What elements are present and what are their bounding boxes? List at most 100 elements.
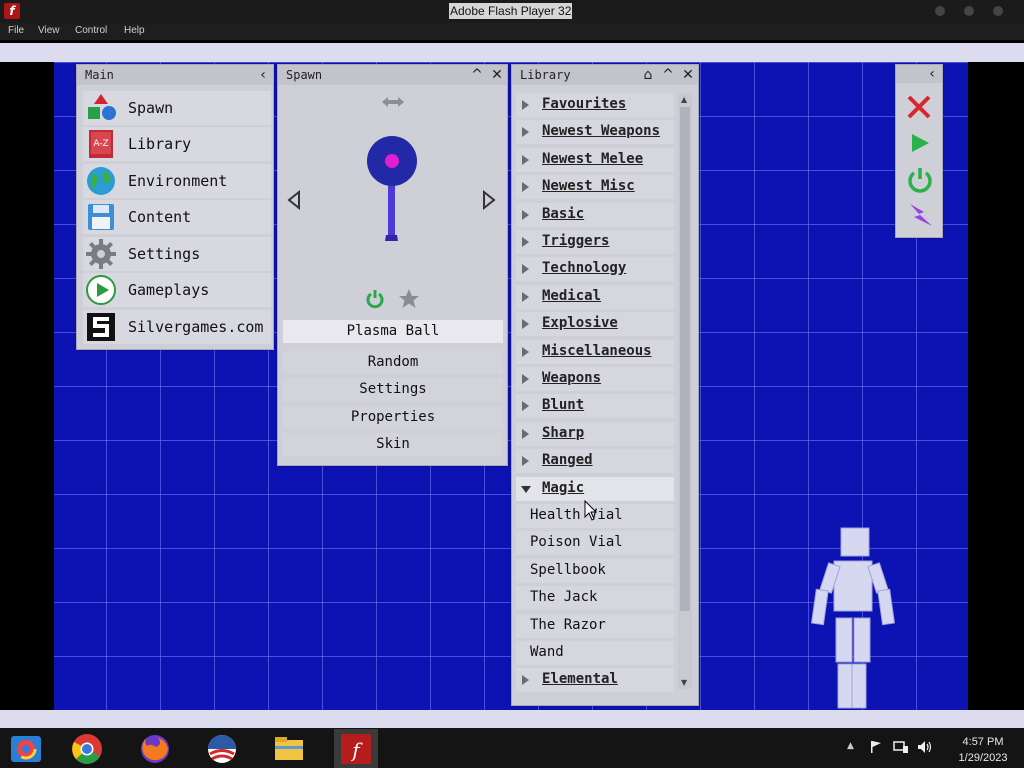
library-item[interactable]: Spellbook [516,559,674,583]
minimize-button[interactable] [935,6,945,16]
close-x-icon[interactable] [906,94,932,120]
library-item[interactable]: Poison Vial [516,531,674,555]
power-icon[interactable] [907,167,933,193]
library-item[interactable]: Wand [516,641,674,665]
library-row-label: Blunt [542,397,585,413]
library-category[interactable]: Miscellaneous [516,340,674,364]
chrome-remote-icon[interactable] [9,732,43,766]
main-item-gameplays[interactable]: Gameplays [83,273,271,307]
expand-arrow-icon [522,292,529,302]
library-row-label: Triggers [542,233,610,249]
lightning-icon[interactable] [906,202,934,230]
reset-power-icon[interactable] [365,289,385,309]
expand-arrow-icon [522,100,529,110]
flip-arrows-icon[interactable] [380,95,406,109]
main-item-library[interactable]: A-Z Library [83,127,271,161]
library-category[interactable]: Weapons [516,367,674,391]
close-icon[interactable]: ✕ [489,67,505,83]
chrome-icon[interactable] [70,732,104,766]
library-panel-header: Library ⌂ ^ ✕ [512,65,698,85]
library-category[interactable]: Newest Weapons [516,120,674,144]
menu-control[interactable]: Control [75,25,107,36]
library-category-open[interactable]: Magic [516,477,674,501]
library-category[interactable]: Medical [516,285,674,309]
network-icon[interactable] [893,740,909,754]
random-button[interactable]: Random [283,351,503,374]
previous-arrow-icon[interactable] [286,190,302,210]
library-category[interactable]: Newest Misc [516,175,674,199]
collapse-up-icon[interactable]: ^ [660,67,676,83]
collapse-chevron-icon[interactable]: ‹ [924,66,940,82]
ragdoll-figure[interactable] [806,526,906,716]
tray-expand-icon[interactable]: ▲ [847,741,854,751]
collapse-chevron-icon[interactable]: ‹ [255,67,271,83]
file-explorer-icon[interactable] [272,732,306,766]
library-category[interactable]: Newest Melee [516,148,674,172]
scroll-down-icon[interactable]: ▼ [681,678,687,687]
library-row-label: Newest Misc [542,178,635,194]
flash-player-icon[interactable]: f [339,732,373,766]
expand-arrow-icon [522,374,529,384]
scrollbar-thumb[interactable] [680,107,690,611]
svg-text:A-Z: A-Z [93,139,108,149]
library-row-label: Newest Melee [542,151,644,167]
library-category[interactable]: Ranged [516,449,674,473]
library-scrollbar[interactable]: ▲ ▼ [678,93,692,689]
spawn-panel: Spawn ^ ✕ Plasma Ball Random Settings Pr… [277,64,508,466]
main-panel-header: Main ‹ [77,65,273,85]
properties-button[interactable]: Properties [283,406,503,429]
expand-arrow-icon [522,456,529,466]
favourite-star-icon[interactable] [398,288,420,310]
library-row-label: Miscellaneous [542,343,652,359]
tool-panel: ‹ [895,64,943,238]
main-item-spawn[interactable]: Spawn [83,91,271,125]
menu-view[interactable]: View [38,25,60,36]
scroll-up-icon[interactable]: ▲ [681,95,687,104]
main-item-settings[interactable]: Settings [83,237,271,271]
library-row-label: Weapons [542,370,602,386]
next-arrow-icon[interactable] [481,190,497,210]
main-item-content[interactable]: Content [83,200,271,234]
expand-arrow-icon [522,347,529,357]
collapse-up-icon[interactable]: ^ [469,67,485,83]
menu-bar: File View Control Help [0,23,1024,40]
library-category[interactable]: Elemental [516,668,674,692]
library-row-label: Health Vial [530,507,623,523]
shapes-icon [88,94,116,120]
home-icon[interactable]: ⌂ [640,67,656,83]
library-category[interactable]: Sharp [516,422,674,446]
obama-logo-icon[interactable] [205,732,239,766]
main-item-environment[interactable]: Environment [83,164,271,198]
skin-button[interactable]: Skin [283,433,503,456]
library-category[interactable]: Explosive [516,312,674,336]
main-panel: Main ‹ Spawn A-Z Library Environment Con… [76,64,274,350]
library-category[interactable]: Basic [516,203,674,227]
main-item-silvergames[interactable]: Silvergames.com [83,310,271,344]
menu-help[interactable]: Help [124,25,145,36]
menu-file[interactable]: File [8,25,24,36]
system-clock[interactable]: 4:57 PM 1/29/2023 [944,734,1022,766]
library-row-label: Favourites [542,96,627,112]
stage-top-bar [0,43,1024,62]
firefox-icon[interactable] [138,732,172,766]
play-icon[interactable] [909,132,931,154]
maximize-button[interactable] [964,6,974,16]
library-category[interactable]: Blunt [516,394,674,418]
main-item-label: Gameplays [128,281,210,299]
library-category[interactable]: Triggers [516,230,674,254]
volume-icon[interactable] [917,740,933,754]
main-item-label: Library [128,135,192,153]
library-item[interactable]: The Razor [516,614,674,638]
library-category[interactable]: Technology [516,257,674,281]
close-window-button[interactable] [993,6,1003,16]
library-item[interactable]: The Jack [516,586,674,610]
expand-arrow-icon [522,155,529,165]
library-category[interactable]: Favourites [516,93,674,117]
main-item-label: Spawn [128,99,174,117]
close-icon[interactable]: ✕ [680,67,696,83]
settings-button[interactable]: Settings [283,378,503,401]
library-row-label: Newest Weapons [542,123,661,139]
action-center-flag-icon[interactable] [869,740,883,754]
gear-icon [86,239,116,269]
library-row-label: Sharp [542,425,585,441]
